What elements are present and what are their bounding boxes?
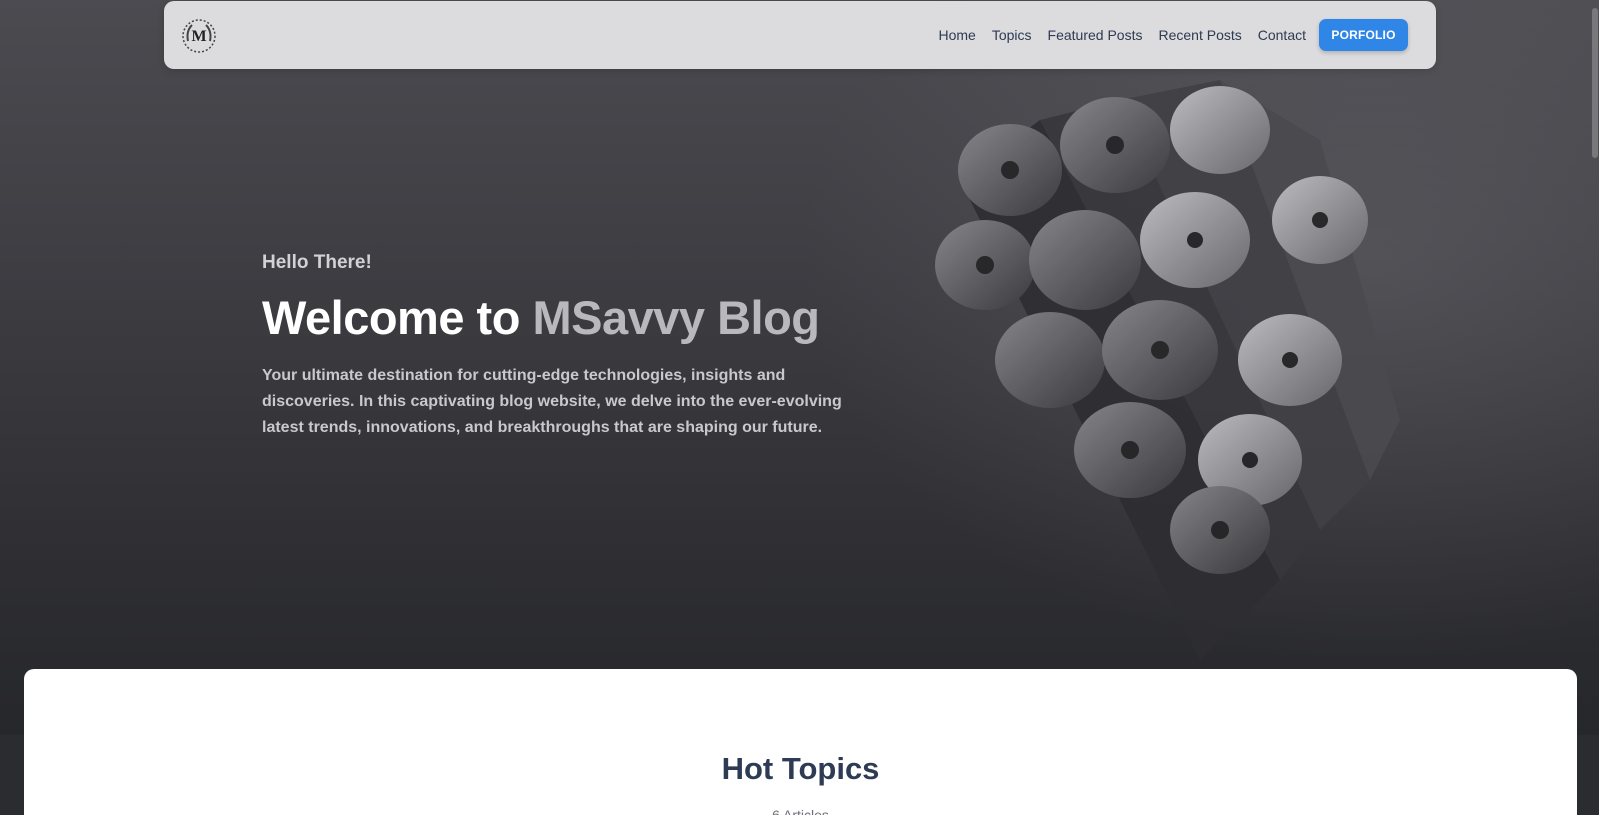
- nav-item-topics[interactable]: Topics: [992, 27, 1032, 43]
- headline-brand: MSavvy Blog: [532, 291, 820, 344]
- nav-item-featured-posts[interactable]: Featured Posts: [1048, 27, 1143, 43]
- portfolio-button[interactable]: PORFOLIO: [1319, 19, 1408, 51]
- hero-section: Hello There! Welcome to MSavvy Blog Your…: [0, 0, 1599, 735]
- hot-topics-section: Hot Topics 6 Articles: [24, 669, 1577, 815]
- laurel-logo-icon[interactable]: M: [180, 17, 218, 55]
- headline-prefix: Welcome to: [262, 291, 520, 344]
- navbar: M Home Topics Featured Posts Recent Post…: [164, 1, 1436, 69]
- hero-image-pencils: [935, 80, 1400, 660]
- page-scrollbar[interactable]: [1590, 0, 1599, 815]
- articles-count: 6 Articles: [772, 807, 829, 815]
- hero-greeting: Hello There!: [262, 252, 372, 273]
- hero-intro: Your ultimate destination for cutting-ed…: [262, 367, 842, 436]
- hero-headline: Welcome to MSavvy Blog: [262, 290, 882, 345]
- section-title: Hot Topics: [721, 751, 880, 786]
- nav-item-contact[interactable]: Contact: [1258, 27, 1306, 43]
- nav-item-recent-posts[interactable]: Recent Posts: [1158, 27, 1241, 43]
- logo-letter: M: [191, 28, 206, 45]
- nav-links: Home Topics Featured Posts Recent Posts …: [939, 1, 1307, 69]
- scrollbar-thumb[interactable]: [1592, 8, 1598, 158]
- nav-item-home[interactable]: Home: [939, 27, 976, 43]
- hero-text: Hello There! Welcome to MSavvy Blog Your…: [262, 252, 882, 441]
